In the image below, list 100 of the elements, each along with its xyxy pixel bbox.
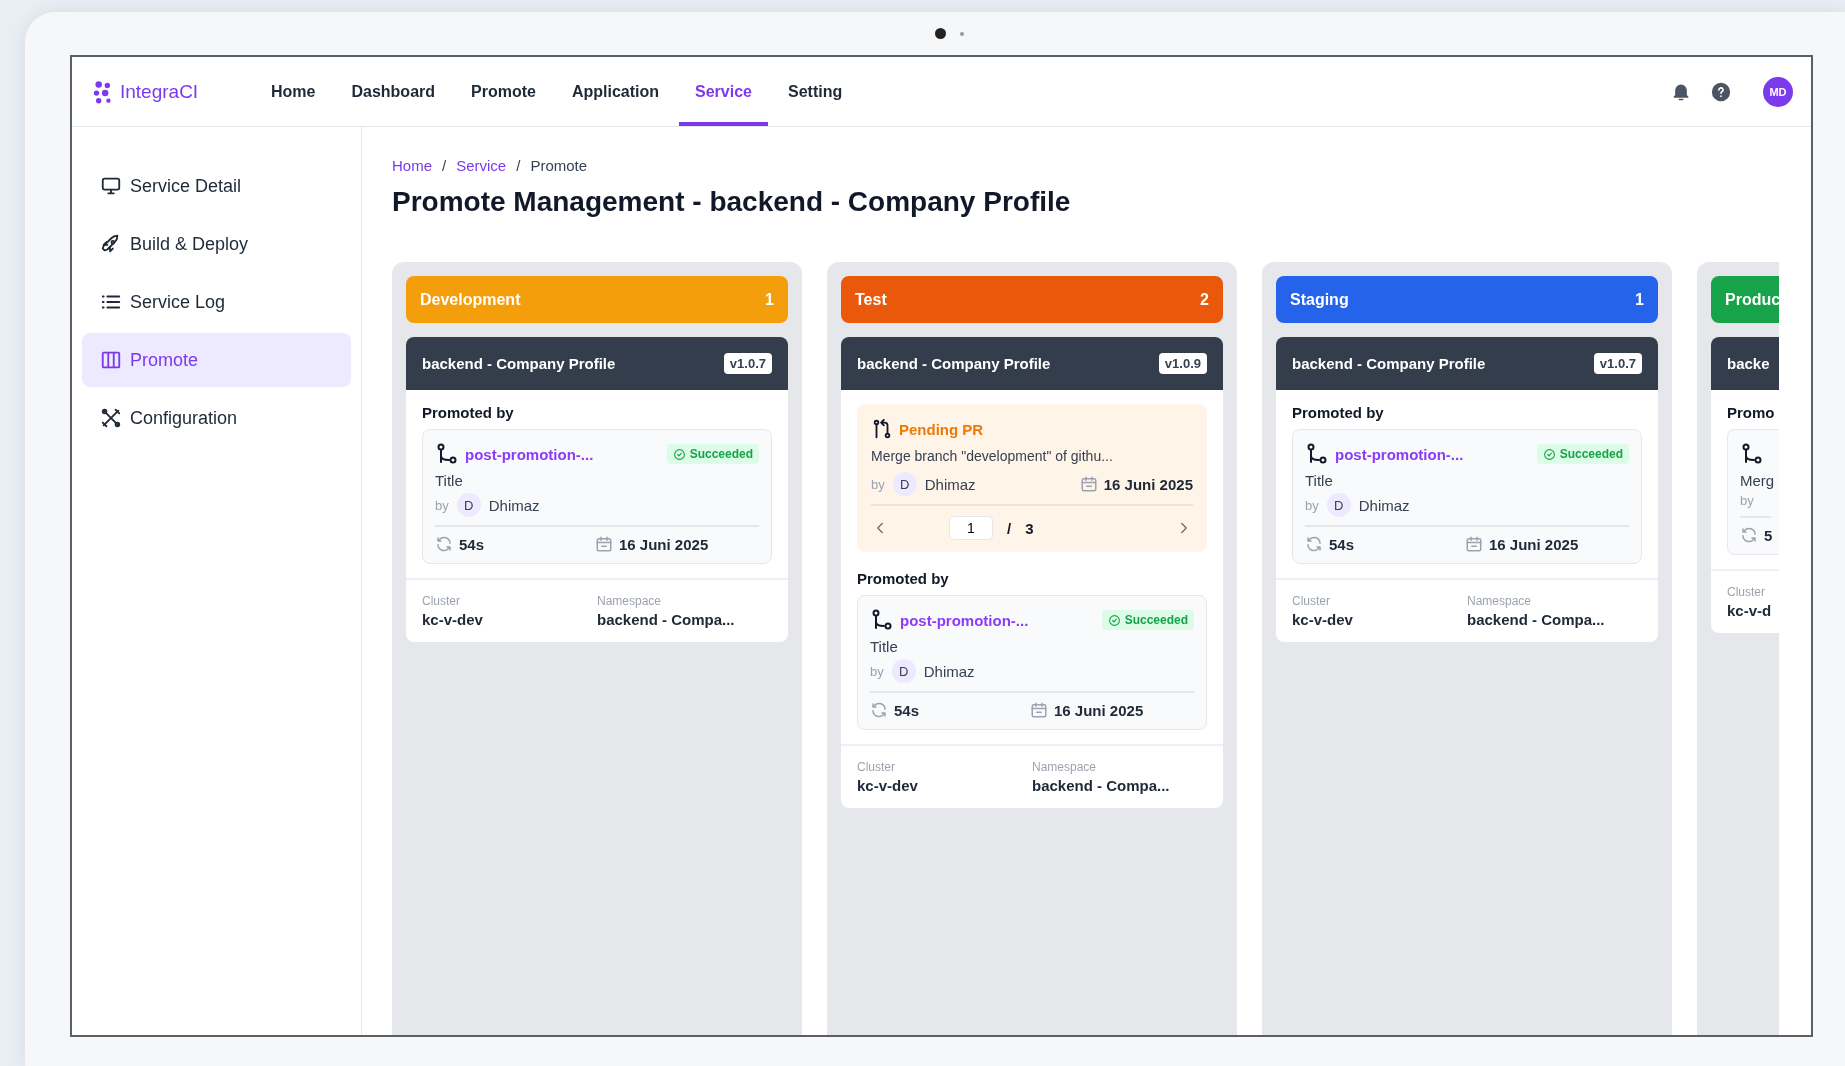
sidebar-item[interactable]: Service Detail bbox=[82, 159, 351, 213]
nav-tab[interactable]: Promote bbox=[455, 57, 552, 126]
sidebar-item[interactable]: Promote bbox=[82, 333, 351, 387]
run-title: Merg bbox=[1740, 472, 1771, 489]
pipeline-link[interactable]: post-promotion-... bbox=[465, 445, 594, 463]
branch-icon bbox=[1740, 442, 1764, 466]
by-label: by bbox=[1740, 493, 1754, 508]
author-avatar: D bbox=[1326, 493, 1351, 517]
page-total: 3 bbox=[1025, 519, 1034, 537]
namespace-label: Namespace bbox=[1467, 594, 1533, 608]
cluster-label: Cluster bbox=[422, 594, 461, 608]
namespace-label: Namespace bbox=[597, 594, 663, 608]
breadcrumb-current: Promote bbox=[530, 157, 588, 174]
check-circle-icon bbox=[1542, 447, 1556, 461]
status-badge: Succeeded bbox=[666, 444, 759, 464]
card-title: backend - Company Profile bbox=[1292, 355, 1486, 372]
nav-tab[interactable]: Dashboard bbox=[335, 57, 452, 126]
columns-icon bbox=[100, 349, 122, 371]
refresh-icon bbox=[1740, 526, 1758, 544]
author-avatar: D bbox=[892, 472, 917, 496]
by-label: by bbox=[435, 497, 449, 513]
user-avatar[interactable]: MD bbox=[1763, 76, 1793, 107]
cluster-label: Cluster bbox=[857, 760, 896, 774]
sidebar-item[interactable]: Service Log bbox=[82, 275, 351, 329]
card-title: backend - Company Profile bbox=[422, 355, 616, 372]
cluster-value: kc-v-dev bbox=[857, 777, 919, 794]
pull-request-icon bbox=[871, 418, 893, 440]
pr-message: Merge branch "development" of githu... bbox=[871, 448, 1114, 464]
section-label: Promo bbox=[1727, 404, 1776, 421]
run-date: 16 Juni 2025 bbox=[619, 535, 709, 553]
nav-tab[interactable]: Home bbox=[255, 57, 332, 126]
version-tag: v1.0.9 bbox=[1158, 353, 1207, 374]
branch-icon bbox=[1305, 442, 1329, 466]
breadcrumb-separator: / bbox=[442, 157, 447, 174]
breadcrumb-link[interactable]: Home bbox=[392, 157, 432, 174]
section-label: Promoted by bbox=[857, 570, 950, 587]
sidebar-item[interactable]: Build & Deploy bbox=[82, 217, 351, 271]
status-badge: Succeeded bbox=[1536, 444, 1629, 464]
stage-name: Development bbox=[420, 290, 521, 309]
breadcrumb-separator: / bbox=[516, 157, 521, 174]
author-name: Dhimaz bbox=[923, 662, 975, 680]
status-badge: Succeeded bbox=[1101, 610, 1194, 630]
run-date: 16 Juni 2025 bbox=[1054, 701, 1144, 719]
app-logo: IntegraCI bbox=[120, 80, 199, 103]
author-name: Dhimaz bbox=[488, 496, 540, 514]
monitor-icon bbox=[100, 175, 122, 197]
stage-count: 1 bbox=[765, 290, 774, 309]
calendar-icon bbox=[1465, 535, 1483, 553]
namespace-value: backend - Compa... bbox=[1032, 777, 1171, 794]
author-name: Dhimaz bbox=[1358, 496, 1410, 514]
page-separator: / bbox=[1007, 519, 1012, 537]
card-title: backe bbox=[1727, 355, 1770, 372]
refresh-icon bbox=[435, 535, 453, 553]
namespace-value: backend - Compa... bbox=[1467, 611, 1606, 628]
run-date: 16 Juni 2025 bbox=[1489, 535, 1579, 553]
cluster-label: Cluster bbox=[1292, 594, 1331, 608]
version-tag: v1.0.7 bbox=[1593, 353, 1642, 374]
run-duration: 5 bbox=[1764, 526, 1773, 544]
pipeline-link[interactable]: post-promotion-... bbox=[1335, 445, 1464, 463]
calendar-icon bbox=[1030, 701, 1048, 719]
calendar-icon bbox=[1079, 475, 1098, 493]
branch-icon bbox=[435, 442, 459, 466]
help-icon[interactable] bbox=[1711, 81, 1731, 102]
run-title: Title bbox=[435, 472, 464, 489]
section-label: Promoted by bbox=[422, 404, 515, 421]
nav-tab[interactable]: Application bbox=[555, 57, 676, 126]
card-title: backend - Company Profile bbox=[857, 355, 1051, 372]
refresh-icon bbox=[1305, 535, 1323, 553]
stage-name: Test bbox=[855, 290, 887, 309]
by-label: by bbox=[1305, 497, 1319, 513]
run-duration: 54s bbox=[459, 535, 485, 553]
camera-icon bbox=[935, 28, 946, 39]
by-label: by bbox=[871, 476, 885, 492]
pipeline-link[interactable]: post-promotion-... bbox=[900, 611, 1029, 629]
cluster-value: kc-v-d bbox=[1727, 602, 1772, 619]
cluster-label: Cluster bbox=[1727, 585, 1766, 599]
author-avatar: D bbox=[456, 493, 481, 517]
stage-name: Produc bbox=[1725, 290, 1779, 309]
cluster-value: kc-v-dev bbox=[1292, 611, 1354, 628]
run-duration: 54s bbox=[1329, 535, 1355, 553]
nav-tab[interactable]: Service bbox=[679, 57, 768, 126]
run-duration: 54s bbox=[894, 701, 920, 719]
cluster-value: kc-v-dev bbox=[422, 611, 484, 628]
refresh-icon bbox=[870, 701, 888, 719]
breadcrumb-link[interactable]: Service bbox=[456, 157, 507, 174]
stage-count: 1 bbox=[1635, 290, 1644, 309]
check-circle-icon bbox=[672, 447, 686, 461]
page-field[interactable]: 1 bbox=[949, 516, 993, 540]
calendar-icon bbox=[595, 535, 613, 553]
branch-icon bbox=[870, 608, 894, 632]
sensor-icon bbox=[960, 31, 964, 36]
tools-icon bbox=[100, 407, 122, 429]
check-circle-icon bbox=[1107, 613, 1121, 627]
run-title: Title bbox=[870, 638, 899, 655]
by-label: by bbox=[870, 663, 884, 679]
run-title: Title bbox=[1305, 472, 1334, 489]
nav-tab[interactable]: Setting bbox=[772, 57, 859, 126]
section-label: Promoted by bbox=[1292, 404, 1385, 421]
sidebar-item[interactable]: Configuration bbox=[82, 391, 351, 445]
pr-date: 16 Juni 2025 bbox=[1103, 475, 1193, 493]
